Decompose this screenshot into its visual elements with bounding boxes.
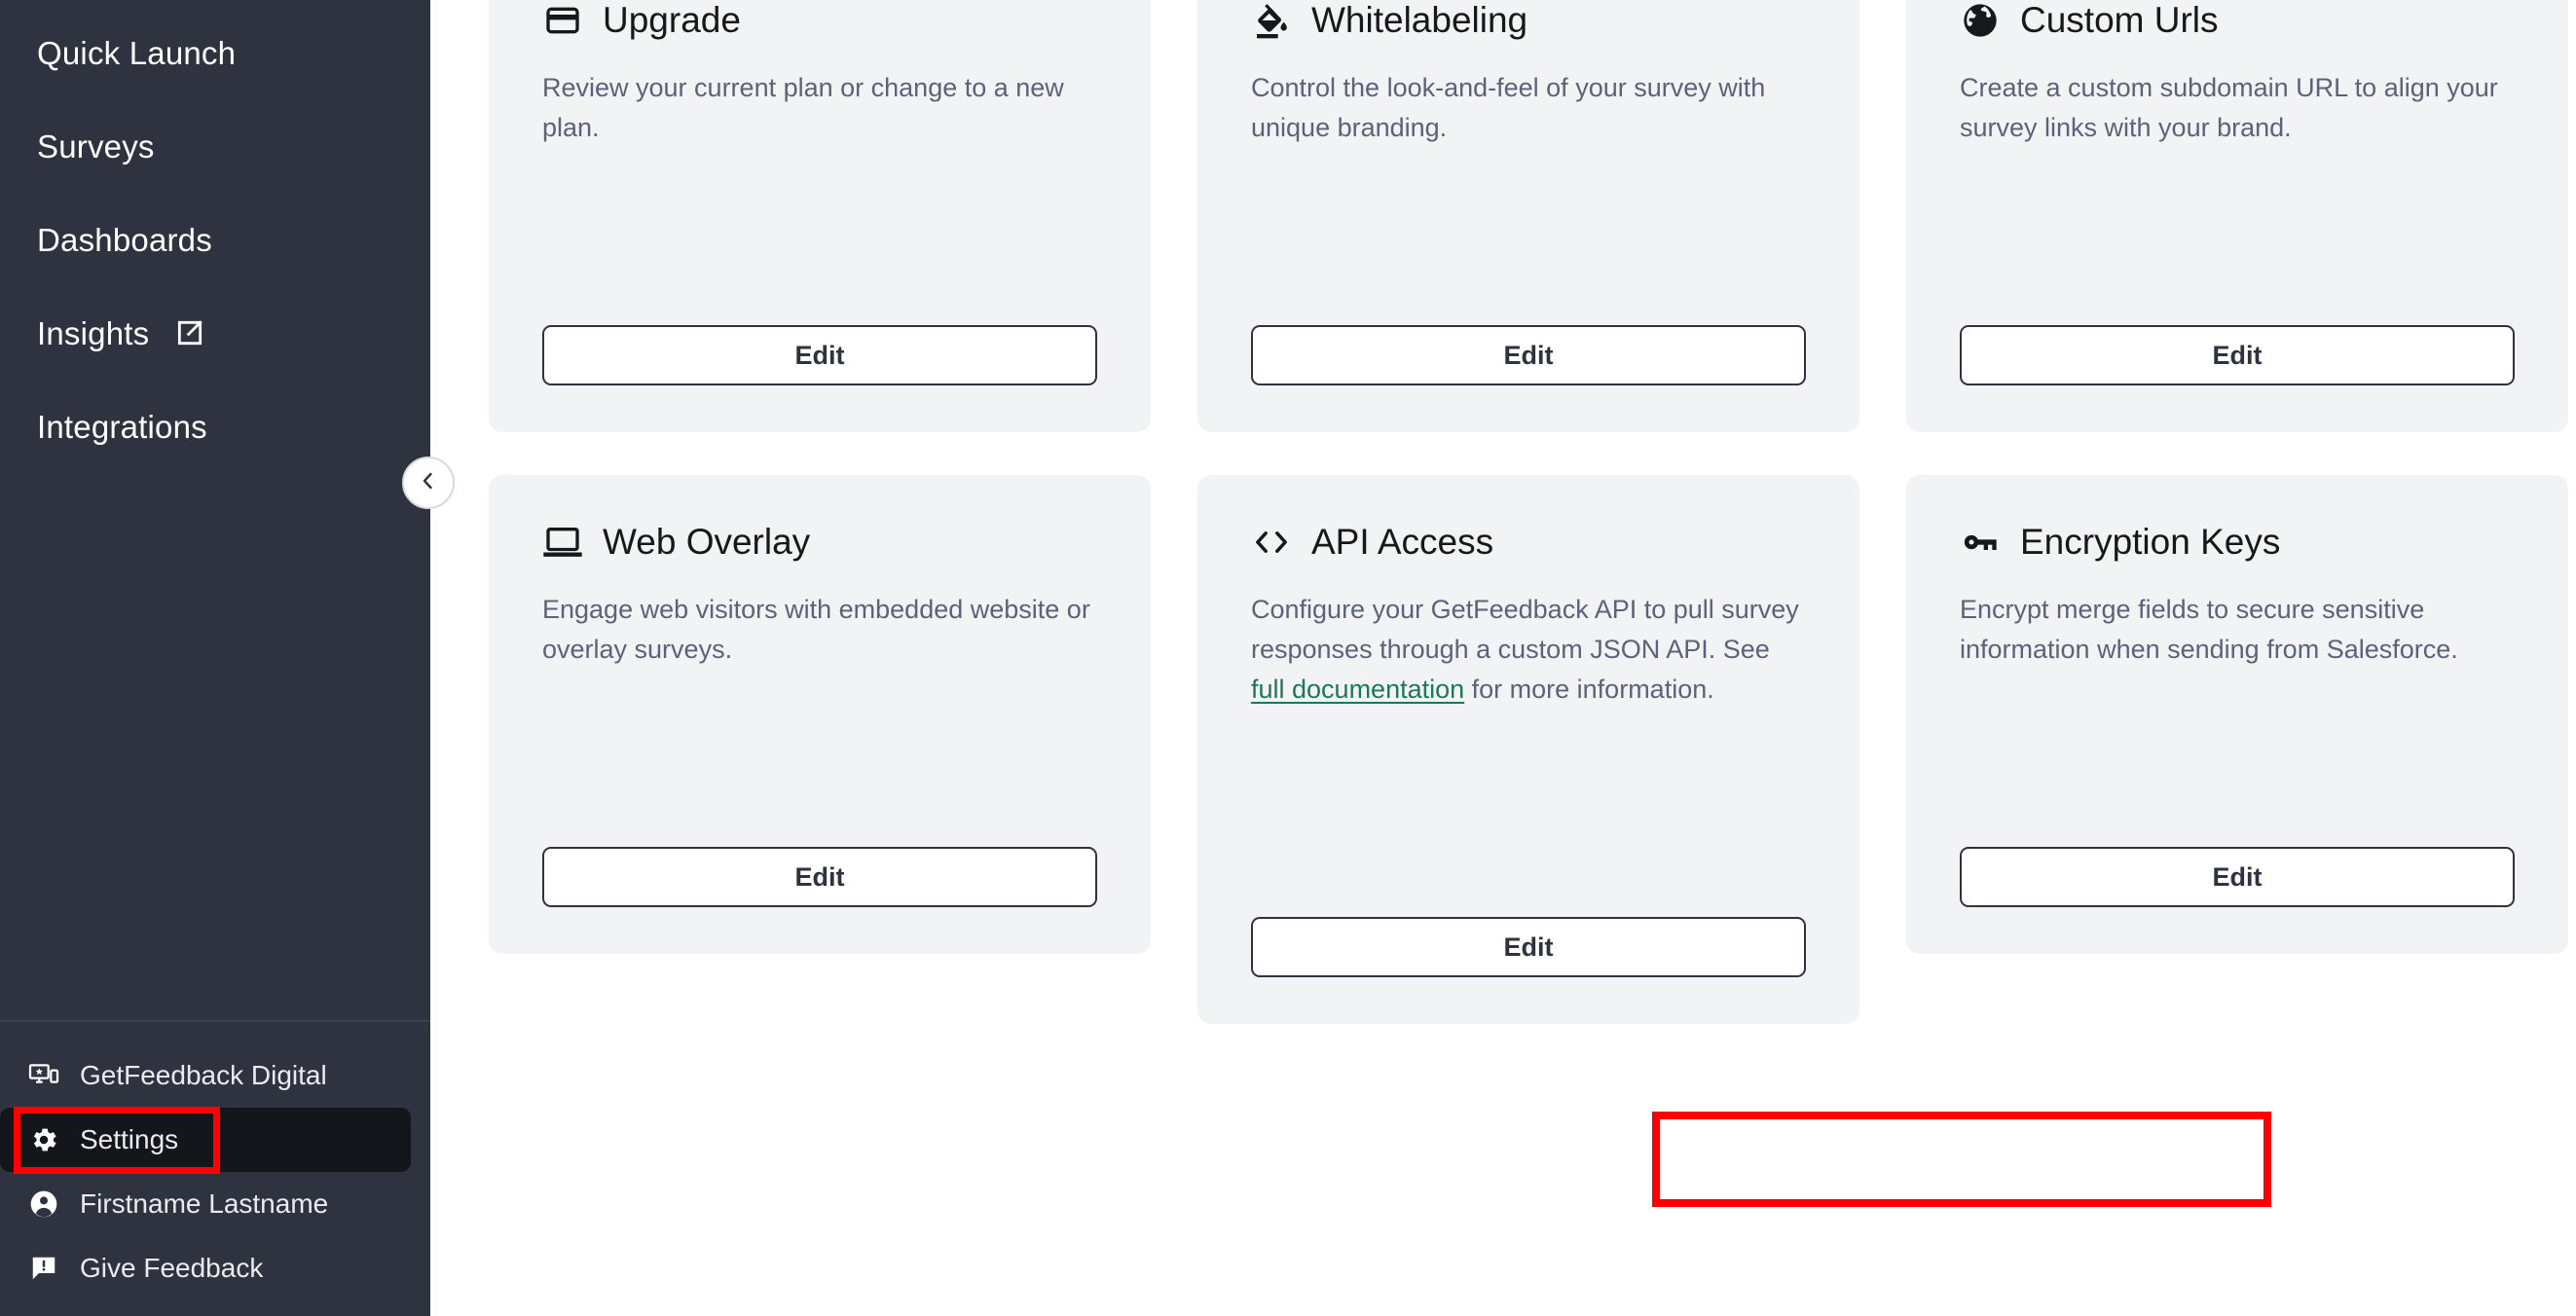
key-icon <box>1960 522 2001 563</box>
sidebar-item-label: Firstname Lastname <box>80 1188 329 1219</box>
card-description: Configure your GetFeedback API to pull s… <box>1251 595 1799 705</box>
credit-card-icon <box>542 0 583 41</box>
sidebar-divider <box>0 1020 430 1022</box>
code-brackets-icon <box>1251 522 1292 563</box>
sidebar-item-label: GetFeedback Digital <box>80 1060 327 1090</box>
card-cell: Custom Urls Create a custom subdomain UR… <box>1906 0 2576 432</box>
card-description: Control the look-and-feel of your survey… <box>1251 73 1766 143</box>
sidebar-item-quick-launch[interactable]: Quick Launch <box>0 6 430 99</box>
sidebar-item-label: Surveys <box>37 128 155 164</box>
settings-card-upgrade: Upgrade Review your current plan or chan… <box>489 0 1151 432</box>
card-description: Review your current plan or change to a … <box>542 73 1064 143</box>
card-action-button[interactable]: Edit <box>542 847 1097 907</box>
card-description: Encrypt merge fields to secure sensitive… <box>1960 595 2458 665</box>
card-header: API Access <box>1251 522 1806 563</box>
full-documentation-link[interactable]: full documentation <box>1251 675 1464 704</box>
feedback-chat-icon <box>27 1252 60 1285</box>
card-header: Whitelabeling <box>1251 0 1806 41</box>
settings-card-encryption-keys: Encryption Keys Encrypt merge fields to … <box>1906 475 2568 954</box>
settings-cards-grid: Edit Upgrade Edit <box>489 0 2576 1024</box>
gear-icon <box>27 1123 60 1156</box>
main-sidebar: Quick Launch Surveys Dashboards Insights <box>0 0 430 1316</box>
settings-card-web-overlay: Web Overlay Engage web visitors with emb… <box>489 475 1151 954</box>
sidebar-item-settings[interactable]: Settings <box>0 1108 411 1172</box>
card-header: Custom Urls <box>1960 0 2515 41</box>
sidebar-item-surveys[interactable]: Surveys <box>0 99 430 193</box>
sidebar-item-label: Give Feedback <box>80 1253 264 1283</box>
sidebar-item-integrations[interactable]: Integrations <box>0 380 430 473</box>
paint-bucket-icon <box>1251 0 1292 41</box>
sidebar-item-give-feedback[interactable]: Give Feedback <box>0 1236 411 1300</box>
card-title: API Access <box>1311 521 1494 562</box>
card-title: Web Overlay <box>603 521 811 562</box>
sidebar-item-dashboards[interactable]: Dashboards <box>0 193 430 286</box>
settings-card-whitelabeling: Whitelabeling Control the look-and-feel … <box>1197 0 1859 432</box>
card-title: Upgrade <box>603 0 741 40</box>
card-action-button[interactable]: Edit <box>1251 325 1806 385</box>
sidebar-primary-nav: Quick Launch Surveys Dashboards Insights <box>0 0 430 473</box>
sidebar-collapse-button[interactable] <box>402 457 455 509</box>
sidebar-item-label: Integrations <box>37 408 207 445</box>
card-title: Whitelabeling <box>1311 0 1528 40</box>
card-cell: Web Overlay Engage web visitors with emb… <box>489 475 1197 1024</box>
external-link-icon <box>174 317 205 348</box>
sidebar-item-getfeedback-digital[interactable]: GetFeedback Digital <box>0 1043 411 1108</box>
sidebar-item-user-profile[interactable]: Firstname Lastname <box>0 1172 411 1236</box>
card-title: Custom Urls <box>2020 0 2219 40</box>
chevron-left-icon <box>417 469 440 497</box>
sidebar-secondary-nav: GetFeedback Digital Settings Firstname L… <box>0 1020 430 1316</box>
globe-icon <box>1960 0 2001 41</box>
card-cell: Whitelabeling Control the look-and-feel … <box>1197 0 1906 432</box>
card-cell: Upgrade Review your current plan or chan… <box>489 0 1197 432</box>
settings-main-content: Edit Upgrade Edit <box>430 0 2576 1316</box>
card-title: Encryption Keys <box>2020 521 2281 562</box>
sidebar-item-insights[interactable]: Insights <box>0 286 430 380</box>
sidebar-item-label: Quick Launch <box>37 34 237 71</box>
sidebar-item-label: Dashboards <box>37 221 212 258</box>
user-avatar-icon <box>27 1188 60 1221</box>
annotation-api-edit-highlight <box>1652 1112 2271 1207</box>
card-header: Web Overlay <box>542 522 1097 563</box>
card-cell: API Access Configure your GetFeedback AP… <box>1197 475 1906 1024</box>
card-action-button[interactable]: Edit <box>542 325 1097 385</box>
card-description: Create a custom subdomain URL to align y… <box>1960 73 2498 143</box>
card-cell: Encryption Keys Encrypt merge fields to … <box>1906 475 2576 1024</box>
sidebar-item-label: Insights <box>37 314 150 351</box>
card-action-button[interactable]: Edit <box>1251 917 1806 977</box>
monitor-icon <box>542 522 583 563</box>
settings-page: Quick Launch Surveys Dashboards Insights <box>0 0 2576 1316</box>
sidebar-item-label: Settings <box>80 1124 179 1154</box>
card-action-button[interactable]: Edit <box>1960 325 2515 385</box>
card-header: Upgrade <box>542 0 1097 41</box>
settings-card-api-access: API Access Configure your GetFeedback AP… <box>1197 475 1859 1024</box>
settings-card-custom-urls: Custom Urls Create a custom subdomain UR… <box>1906 0 2568 432</box>
digital-devices-icon <box>27 1059 60 1092</box>
card-header: Encryption Keys <box>1960 522 2515 563</box>
card-description: Engage web visitors with embedded websit… <box>542 595 1090 665</box>
card-action-button[interactable]: Edit <box>1960 847 2515 907</box>
